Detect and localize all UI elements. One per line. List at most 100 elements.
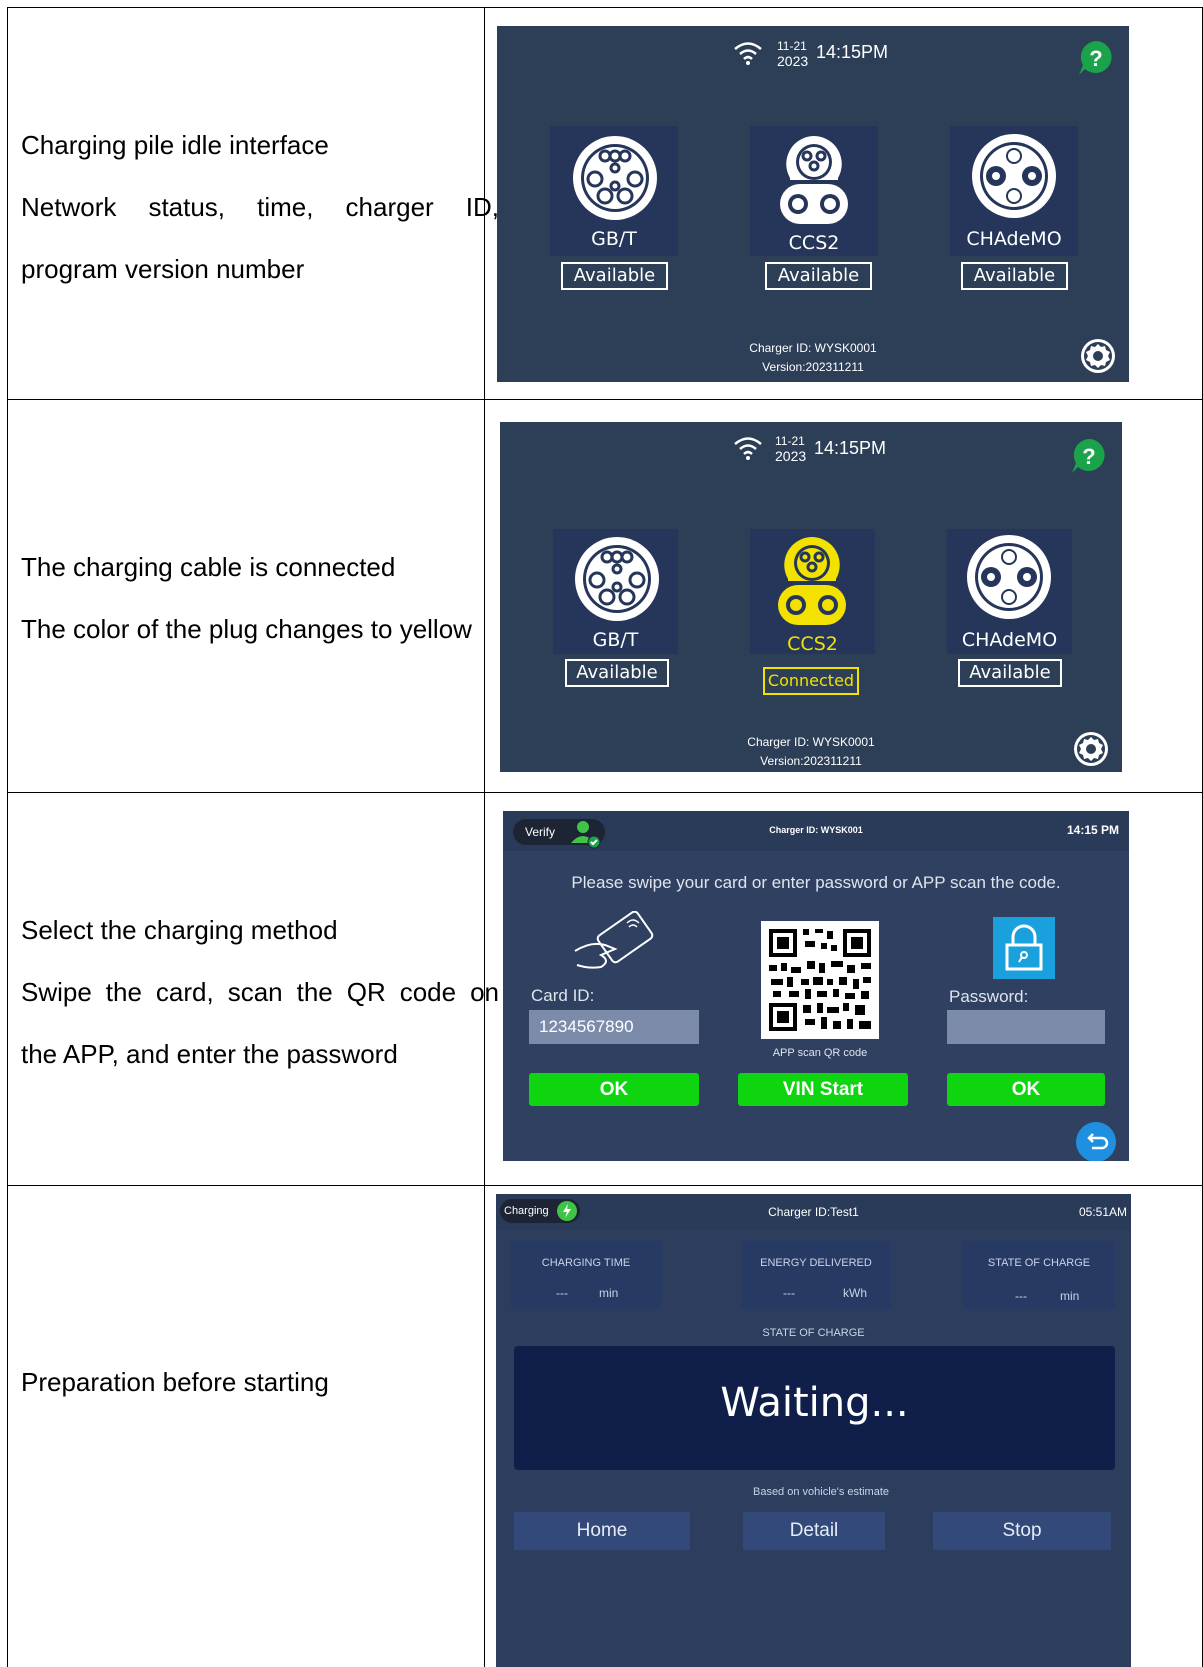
connected-screen: 11-21 2023 14:15PM ? GB/T Available CCS2…	[500, 422, 1122, 772]
ccs2-plug-icon	[780, 136, 848, 224]
vin-start-button[interactable]: VIN Start	[738, 1073, 908, 1106]
ccs2-plug-icon-yellow	[778, 537, 846, 625]
settings-gear-icon[interactable]	[1079, 337, 1117, 375]
qr-caption: APP scan QR code	[772, 1047, 868, 1059]
stat-value: ---	[783, 1286, 795, 1300]
settings-gear-icon[interactable]	[1072, 730, 1110, 768]
svg-text:?: ?	[1082, 444, 1095, 469]
row3-line3: the APP, and enter the password	[21, 1039, 398, 1069]
row3-line2: Swipe the card, scan the QR code on	[21, 977, 499, 1007]
stat-value: ---	[556, 1286, 568, 1300]
connector-tile-gbt[interactable]: GB/T	[553, 529, 678, 654]
status-badge: Available	[565, 659, 669, 687]
status-badge: Available	[561, 262, 668, 290]
qr-code[interactable]	[761, 921, 879, 1039]
connector-name: GB/T	[592, 629, 639, 651]
row-divider-2	[7, 792, 1203, 793]
chademo-plug-icon	[967, 535, 1051, 619]
row-divider-1	[7, 399, 1203, 400]
prompt-text: Please swipe your card or enter password…	[571, 873, 1061, 892]
table-border-top	[7, 7, 1203, 8]
connector-name: GB/T	[591, 228, 637, 250]
date-day: 11-21	[775, 434, 805, 448]
verify-screen: Verify Charger ID: WYSK001 14:15 PM Plea…	[503, 811, 1129, 1161]
table-border-left	[7, 7, 8, 1667]
idle-screen: 11-21 2023 14:15PM ? GB/T Available CCS2…	[497, 26, 1129, 382]
card-id-value: 1234567890	[539, 1017, 634, 1036]
date-year: 2023	[777, 53, 809, 69]
stat-unit: min	[599, 1286, 619, 1300]
charger-id: Charger ID: WYSK0001	[749, 341, 877, 355]
connector-name: CHAdeMO	[961, 629, 1058, 651]
connector-tile-chademo[interactable]: CHAdeMO	[950, 126, 1078, 256]
lock-icon	[993, 917, 1055, 979]
wifi-icon	[734, 437, 762, 460]
date-year: 2023	[775, 448, 807, 464]
version: Version:202311211	[760, 754, 862, 768]
row-divider-3	[7, 1185, 1203, 1186]
card-id-label: Card ID:	[531, 986, 595, 1005]
row2-description: The charging cable is connected The colo…	[21, 536, 499, 660]
row1-line1: Charging pile idle interface	[21, 130, 329, 160]
row1-line3: program version number	[21, 254, 305, 284]
password-input[interactable]	[947, 1010, 1105, 1044]
estimate-note: Based on vohicle's estimate	[752, 1486, 889, 1498]
status-text: Waiting...	[720, 1380, 909, 1426]
stat-title: ENERGY DELIVERED	[760, 1257, 872, 1269]
detail-button[interactable]: Detail	[743, 1512, 885, 1550]
status-badge-connected: Connected	[763, 667, 859, 695]
clock-time: 05:51AM	[1078, 1205, 1127, 1219]
row3-description: Select the charging method Swipe the car…	[21, 899, 499, 1085]
card-ok-button[interactable]: OK	[529, 1073, 699, 1106]
stat-unit: kWh	[843, 1286, 867, 1300]
row1-description: Charging pile idle interface Network sta…	[21, 114, 499, 300]
help-icon[interactable]: ?	[1077, 39, 1115, 77]
gbt-plug-icon	[575, 537, 659, 621]
row2-line1: The charging cable is connected	[21, 552, 396, 582]
back-icon[interactable]	[1075, 1121, 1117, 1161]
stat-title: STATE OF CHARGE	[987, 1257, 1091, 1269]
password-label: Password:	[949, 987, 1029, 1006]
clock-time: 14:15 PM	[1066, 823, 1119, 837]
connector-tile-ccs2[interactable]: CCS2	[750, 126, 878, 256]
status-badge: Available	[765, 262, 872, 290]
connector-name: CCS2	[787, 633, 838, 655]
row3-line1: Select the charging method	[21, 915, 338, 945]
stat-unit: min	[1060, 1289, 1080, 1303]
charging-screen: Charging Charger ID:Test1 05:51AM CHARGI…	[496, 1194, 1131, 1667]
stat-card-energy: ENERGY DELIVERED --- kWh	[741, 1241, 891, 1309]
card-id-input[interactable]: 1234567890	[529, 1010, 699, 1044]
status-badge: Available	[961, 262, 1068, 290]
stat-card-charging-time: CHARGING TIME --- min	[511, 1241, 661, 1309]
charger-id: Charger ID:Test1	[768, 1205, 859, 1219]
clock-time: 14:15PM	[816, 42, 889, 62]
stop-button[interactable]: Stop	[933, 1512, 1111, 1550]
gbt-plug-icon	[573, 136, 657, 220]
help-icon[interactable]: ?	[1070, 437, 1108, 475]
row1-line2: Network status, time, charger ID,	[21, 192, 499, 222]
charger-id: Charger ID: WYSK0001	[747, 735, 875, 749]
stat-value: ---	[1015, 1289, 1027, 1303]
charger-id: Charger ID: WYSK001	[769, 825, 863, 835]
document-table: Charging pile idle interface Network sta…	[7, 7, 1203, 1667]
connector-name: CHAdeMO	[966, 228, 1062, 250]
date-day: 11-21	[777, 39, 807, 53]
svg-text:?: ?	[1089, 46, 1102, 71]
version: Version:202311211	[762, 360, 864, 374]
connector-name: CCS2	[788, 232, 840, 254]
connector-tile-gbt[interactable]: GB/T	[550, 126, 678, 256]
status-panel: Waiting...	[514, 1346, 1115, 1470]
home-button[interactable]: Home	[514, 1512, 690, 1550]
connector-tile-ccs2-connected[interactable]: CCS2	[750, 529, 875, 655]
password-ok-button[interactable]: OK	[947, 1073, 1105, 1106]
connector-tile-chademo[interactable]: CHAdeMO	[947, 529, 1072, 654]
row4-line1: Preparation before starting	[21, 1367, 329, 1397]
row4-description: Preparation before starting	[21, 1351, 499, 1413]
clock-time: 14:15PM	[814, 438, 887, 458]
chademo-plug-icon	[972, 134, 1056, 218]
status-badge: Available	[958, 659, 1062, 687]
stat-title: CHARGING TIME	[541, 1257, 631, 1269]
stat-card-soc: STATE OF CHARGE --- min	[963, 1241, 1115, 1309]
wifi-icon	[734, 42, 762, 65]
row2-line2: The color of the plug changes to yellow	[21, 614, 472, 644]
